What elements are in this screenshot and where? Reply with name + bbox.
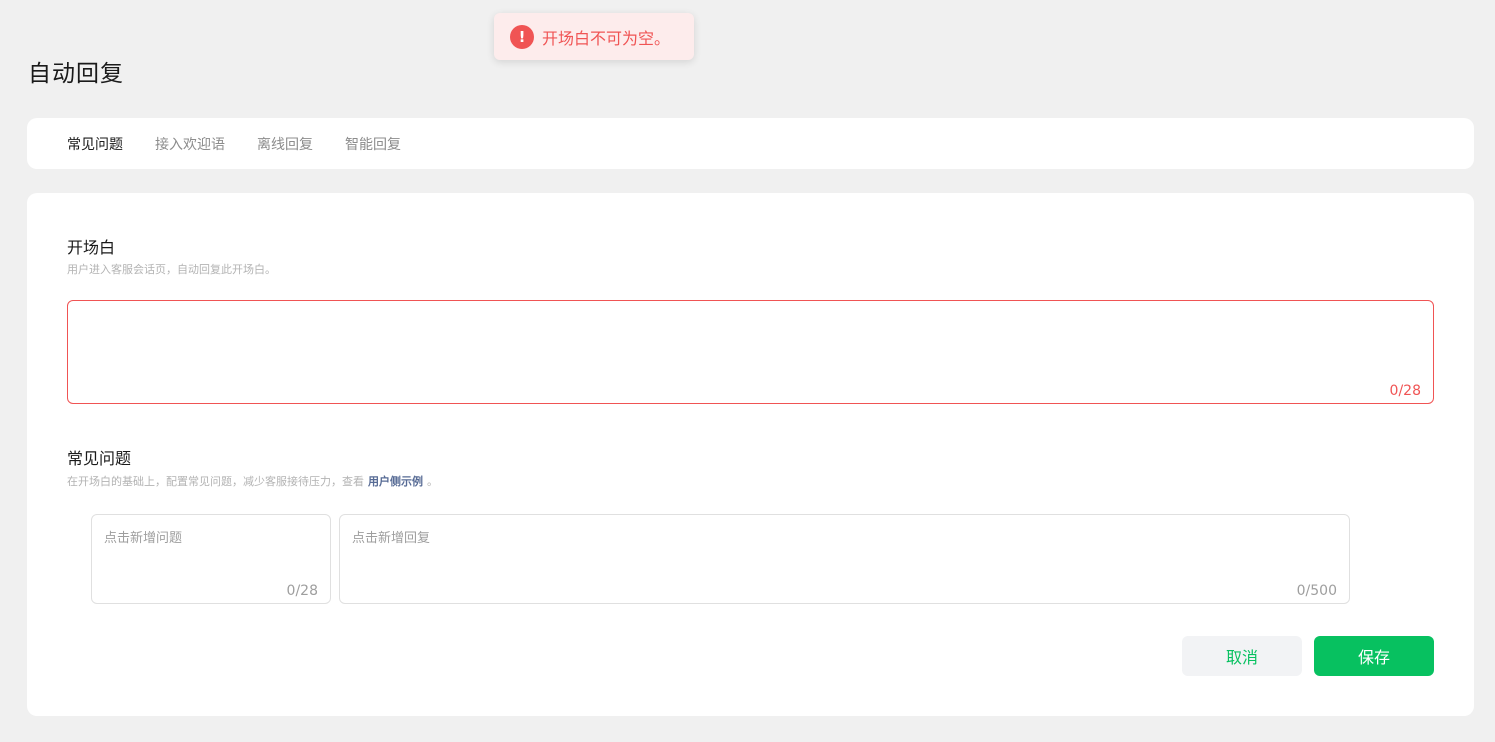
save-button[interactable]: 保存 — [1314, 636, 1434, 676]
tab-welcome-message[interactable]: 接入欢迎语 — [155, 134, 225, 154]
tab-faq[interactable]: 常见问题 — [67, 134, 123, 154]
opening-description: 用户进入客服会话页，自动回复此开场白。 — [67, 263, 276, 276]
opening-input-box: 0/28 — [67, 300, 1434, 404]
question-char-count: 0/28 — [286, 583, 318, 599]
tab-bar: 常见问题 接入欢迎语 离线回复 智能回复 — [27, 118, 1474, 169]
faq-title: 常见问题 — [67, 449, 132, 468]
tab-offline-reply[interactable]: 离线回复 — [257, 134, 313, 154]
settings-card: 开场白 用户进入客服会话页，自动回复此开场白。 0/28 常见问题 在开场白的基… — [27, 193, 1474, 716]
alert-circle-icon: ! — [510, 24, 534, 49]
answer-char-count: 0/500 — [1296, 583, 1337, 599]
question-box: 0/28 — [91, 514, 331, 604]
page-title: 自动回复 — [28, 61, 124, 87]
faq-description-suffix: 。 — [427, 475, 438, 488]
faq-description: 在开场白的基础上，配置常见问题，减少客服接待压力，查看 用户侧示例。 — [67, 473, 438, 489]
answer-box: 0/500 — [339, 514, 1350, 604]
opening-char-count: 0/28 — [1389, 383, 1421, 399]
answer-textarea[interactable] — [340, 515, 1349, 603]
error-toast: ! 开场白不可为空。 — [494, 13, 694, 60]
tab-smart-reply[interactable]: 智能回复 — [345, 134, 401, 154]
toast-message: 开场白不可为空。 — [542, 28, 671, 48]
cancel-button[interactable]: 取消 — [1182, 636, 1302, 676]
opening-textarea[interactable] — [68, 301, 1433, 403]
user-example-link[interactable]: 用户侧示例 — [368, 475, 423, 488]
opening-title: 开场白 — [67, 238, 116, 257]
faq-description-text: 在开场白的基础上，配置常见问题，减少客服接待压力，查看 — [67, 475, 364, 488]
